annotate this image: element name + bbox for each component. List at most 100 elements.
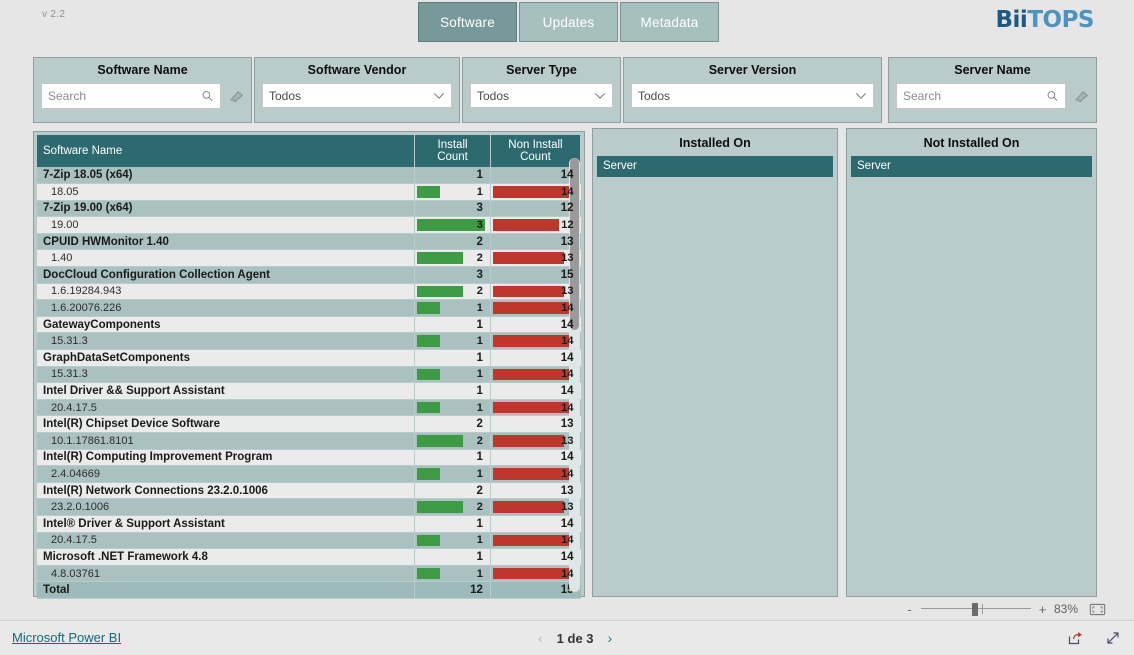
table-total-row: Total 12 15 — [37, 581, 581, 599]
search-icon — [1047, 91, 1058, 102]
table-row[interactable]: 18.05 1 14 — [37, 183, 581, 201]
logo-text-dark: Bii — [995, 7, 1028, 33]
tab-metadata[interactable]: Metadata — [620, 2, 719, 42]
software-version-name: 4.8.03761 — [37, 565, 415, 583]
share-icon[interactable] — [1067, 630, 1083, 646]
tab-updates[interactable]: Updates — [519, 2, 618, 42]
table-row[interactable]: DocCloud Configuration Collection Agent 3… — [37, 266, 581, 284]
server-version-dropdown[interactable]: Todos — [631, 83, 874, 108]
installed-on-column-header[interactable]: Server — [597, 156, 833, 177]
filter-software-name-title: Software Name — [97, 63, 188, 77]
cell-value: 1 — [476, 467, 483, 480]
total-label: Total — [37, 581, 415, 599]
table-header-row: Software Name Install Count Non Install … — [37, 135, 582, 167]
table-row[interactable]: 7-Zip 19.00 (x64) 3 12 — [37, 200, 581, 218]
software-group-name: GatewayComponents — [37, 316, 415, 334]
not-installed-on-panel: Not Installed On Server — [846, 128, 1097, 597]
non-install-count-cell: 14 — [489, 532, 581, 550]
server-type-dropdown[interactable]: Todos — [470, 83, 613, 108]
software-version-name: 1.40 — [37, 249, 415, 268]
cell-value: 1 — [476, 517, 483, 530]
cell-value: 14 — [560, 169, 574, 182]
server-name-search-input[interactable]: Search — [896, 83, 1066, 109]
table-row[interactable]: 7-Zip 18.05 (x64) 1 14 — [37, 167, 581, 185]
install-count-cell: 3 — [414, 200, 491, 218]
next-page-button[interactable]: › — [608, 630, 613, 646]
install-count-cell: 2 — [414, 233, 491, 251]
table-row[interactable]: Microsoft .NET Framework 4.8 1 14 — [37, 548, 581, 566]
zoom-in-button[interactable]: + — [1038, 602, 1047, 617]
footer-actions — [1067, 630, 1121, 646]
cell-value: 3 — [476, 202, 483, 215]
zoom-out-button[interactable]: - — [905, 602, 914, 617]
table-row[interactable]: GatewayComponents 1 14 — [37, 316, 581, 334]
install-count-cell: 2 — [414, 283, 491, 301]
install-count-cell: 3 — [414, 266, 491, 284]
table-row[interactable]: Intel® Driver & Support Assistant 1 14 — [37, 515, 581, 533]
tab-software[interactable]: Software — [418, 2, 517, 42]
table-row[interactable]: 4.8.03761 1 14 — [37, 565, 581, 583]
table-row[interactable]: 23.2.0.1006 2 13 — [37, 498, 581, 516]
not-installed-on-column-header[interactable]: Server — [851, 156, 1092, 177]
data-bar — [492, 468, 570, 480]
table-row[interactable]: Intel(R) Computing Improvement Program 1 1… — [37, 449, 581, 467]
table-row[interactable]: 15.31.3 1 14 — [37, 366, 581, 384]
table-row[interactable]: 1.40 2 13 — [37, 249, 581, 268]
cell-value: 14 — [561, 368, 574, 381]
zoom-slider[interactable] — [921, 602, 1031, 616]
previous-page-button[interactable]: ‹ — [538, 630, 543, 646]
eraser-icon[interactable] — [227, 90, 244, 103]
non-install-count-cell: 15 — [489, 266, 581, 284]
install-count-cell: 1 — [414, 299, 491, 317]
data-bar — [492, 534, 570, 547]
zoom-slider-thumb[interactable] — [972, 603, 978, 616]
non-install-count-cell: 14 — [489, 349, 581, 367]
table-row[interactable]: 10.1.17861.8101 2 13 — [37, 432, 581, 450]
search-icon — [202, 91, 213, 102]
fullscreen-icon[interactable] — [1105, 630, 1121, 646]
cell-value: 2 — [476, 418, 483, 431]
table-row[interactable]: 2.4.04669 1 14 — [37, 465, 581, 483]
not-installed-on-title: Not Installed On — [923, 136, 1020, 150]
cell-value: 1 — [476, 550, 483, 563]
fit-to-screen-icon[interactable] — [1089, 603, 1106, 616]
install-count-cell: 2 — [414, 415, 491, 433]
cell-value: 2 — [476, 434, 483, 447]
server-type-value: Todos — [477, 88, 510, 103]
eraser-icon[interactable] — [1072, 90, 1089, 103]
cell-value: 1 — [476, 368, 483, 381]
table-row[interactable]: 20.4.17.5 1 14 — [37, 399, 581, 417]
column-header-install-count[interactable]: Install Count — [414, 135, 491, 167]
install-count-cell: 1 — [414, 449, 491, 467]
software-name-search-input[interactable]: Search — [41, 83, 221, 109]
install-count-cell: 1 — [414, 532, 491, 550]
software-vendor-dropdown[interactable]: Todos — [262, 83, 452, 108]
table-row[interactable]: 15.31.3 1 14 — [37, 332, 581, 351]
non-install-count-cell: 14 — [489, 382, 581, 400]
table-row[interactable]: Intel(R) Network Connections 23.2.0.1006… — [37, 482, 581, 500]
column-header-software-name[interactable]: Software Name — [37, 135, 416, 167]
table-row[interactable]: 1.6.20076.226 1 14 — [37, 299, 581, 317]
zoom-slider-tick — [982, 604, 983, 614]
filter-software-vendor: Software Vendor Todos — [254, 57, 460, 123]
cell-value: 1 — [476, 401, 483, 414]
total-install-count: 12 — [414, 581, 491, 599]
data-bar — [492, 435, 564, 447]
column-header-non-install-count[interactable]: Non Install Count — [490, 135, 582, 167]
table-row[interactable]: 20.4.17.5 1 14 — [37, 532, 581, 550]
table-row[interactable]: 19.00 3 12 — [37, 216, 581, 234]
pagination: ‹ 1 de 3 › — [538, 630, 612, 646]
power-bi-link[interactable]: Microsoft Power BI — [12, 630, 121, 645]
data-bar — [417, 534, 440, 547]
cell-value: 1 — [476, 451, 483, 464]
install-count-cell: 1 — [414, 183, 491, 201]
install-count-cell: 1 — [414, 366, 491, 384]
table-row[interactable]: Intel Driver && Support Assistant 1 14 — [37, 382, 581, 400]
data-bar — [492, 302, 570, 314]
table-row[interactable]: GraphDataSetComponents 1 14 — [37, 349, 581, 367]
cell-value: 14 — [561, 467, 574, 480]
table-row[interactable]: Intel(R) Chipset Device Software 2 13 — [37, 415, 581, 433]
table-row[interactable]: CPUID HWMonitor 1.40 2 13 — [37, 233, 581, 251]
table-row[interactable]: 1.6.19284.943 2 13 — [37, 283, 581, 301]
tab-bar: Software Updates Metadata — [418, 2, 719, 42]
